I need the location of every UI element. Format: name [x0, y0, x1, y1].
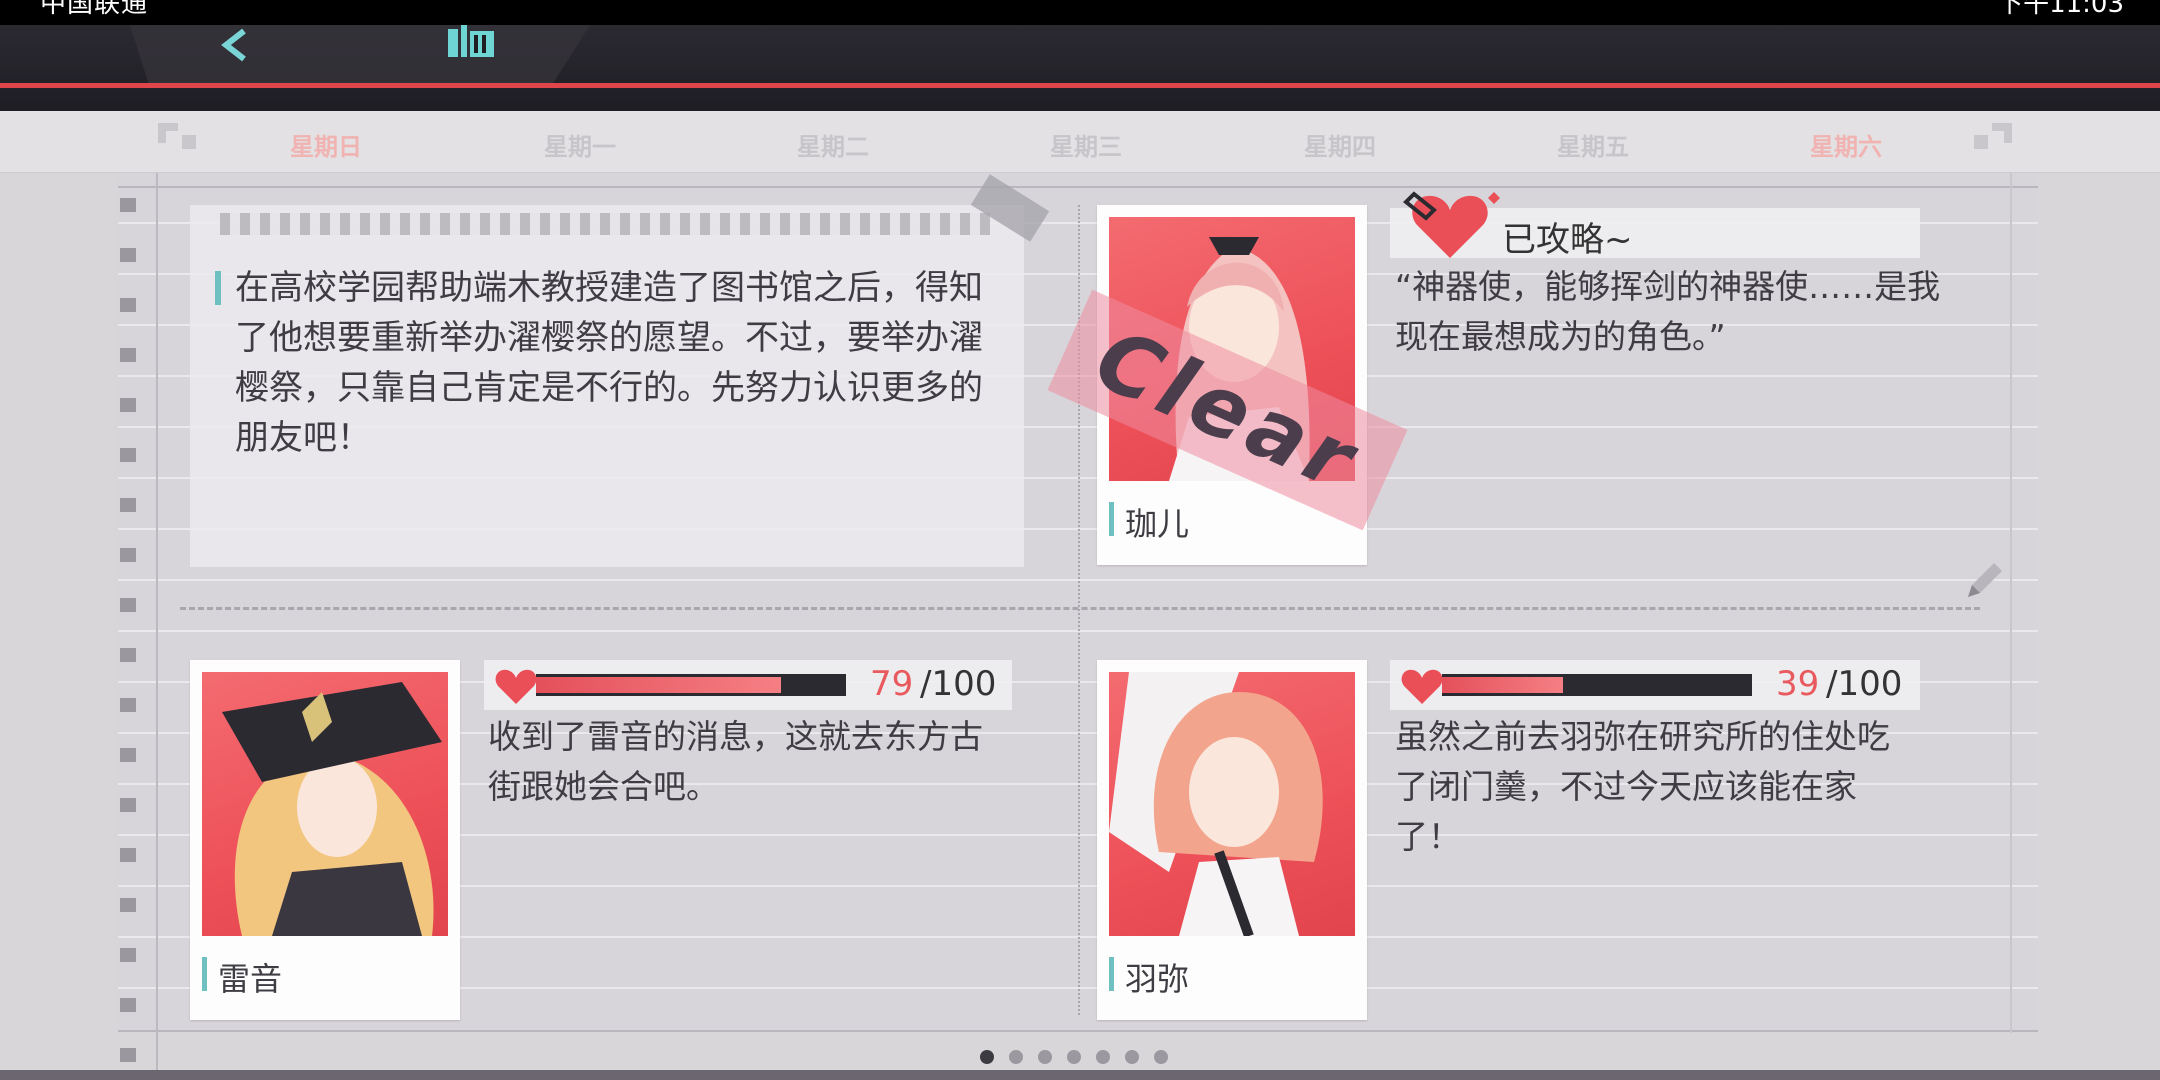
character-portrait: [1109, 672, 1355, 936]
affection-max: /100: [1826, 664, 1903, 704]
binder-hole: [120, 598, 136, 612]
back-button[interactable]: [210, 27, 260, 77]
binder-hole: [120, 648, 136, 662]
binder-hole: [120, 398, 136, 412]
bottom-edge: [0, 1070, 2160, 1080]
weekday-wed: 星期三: [1050, 133, 1122, 161]
tape-strip: [220, 213, 990, 235]
story-intro-text: 在高校学园帮助端木教授建造了图书馆之后，得知了他想要重新举办濯樱祭的愿望。不过，…: [235, 268, 983, 458]
binder-hole: [120, 348, 136, 362]
page-dot[interactable]: [1096, 1050, 1110, 1064]
binder-hole: [120, 498, 136, 512]
heart-icon: [495, 669, 537, 704]
top-bar-panel: [130, 25, 590, 83]
binder-hole: [120, 1048, 136, 1062]
top-bar-red-line: [0, 83, 2160, 88]
heart-icon: [1401, 669, 1443, 704]
binder-hole: [120, 298, 136, 312]
binder-hole: [120, 898, 136, 912]
binder-hole: [120, 448, 136, 462]
weekday-tue: 星期二: [797, 133, 869, 161]
affection-bar-fill: [536, 677, 781, 693]
system-status-bar: 中国联通 下午11:03: [0, 0, 2160, 25]
top-bar: [0, 25, 2160, 111]
binder-hole: [120, 198, 136, 212]
name-accent-bar: [1109, 957, 1114, 991]
portrait-illustration: [222, 682, 442, 936]
affection-value: 79: [870, 664, 914, 704]
affection-max: /100: [920, 664, 997, 704]
affection-bar-track: [536, 674, 846, 696]
weekday-thu: 星期四: [1304, 133, 1376, 161]
character-card-yumi[interactable]: 羽弥: [1097, 660, 1367, 1020]
page-dot[interactable]: [1154, 1050, 1168, 1064]
affection-bar-track: [1442, 674, 1752, 696]
affection-meter: 39 /100: [1390, 660, 1920, 710]
event-message: 收到了雷音的消息，这就去东方古街跟她会合吧。: [488, 717, 983, 806]
corner-bracket-icon: [1974, 123, 2012, 149]
note-accent-bar: [215, 271, 221, 305]
calendar-icon[interactable]: [446, 25, 498, 59]
page-indicator: [980, 1050, 1180, 1070]
affection-meter: 79 /100: [484, 660, 1012, 710]
binder-hole: [120, 548, 136, 562]
event-message: 虽然之前去羽弥在研究所的住处吃了闭门羹，不过今天应该能在家了！: [1395, 717, 1890, 856]
binder-hole: [120, 248, 136, 262]
name-accent-bar: [1109, 502, 1114, 536]
binder-hole: [120, 698, 136, 712]
weekday-mon: 星期一: [544, 133, 616, 161]
page-dot[interactable]: [980, 1050, 994, 1064]
back-arrow-icon: [221, 28, 246, 62]
page-dot[interactable]: [1067, 1050, 1081, 1064]
binder-hole: [120, 798, 136, 812]
margin-line: [2010, 173, 2012, 1033]
carrier-label: 中国联通: [40, 0, 149, 19]
binder-hole: [120, 748, 136, 762]
story-intro-note: 在高校学园帮助端木教授建造了图书馆之后，得知了他想要重新举办濯樱祭的愿望。不过，…: [190, 205, 1024, 567]
heart-icon: [1403, 191, 1500, 258]
affection-bar-fill: [1442, 677, 1563, 693]
character-quote: “神器使，能够挥剑的神器使……是我现在最想成为的角色。”: [1395, 267, 1941, 356]
binder-hole: [120, 998, 136, 1012]
binder-hole: [120, 948, 136, 962]
character-card-leiyin[interactable]: 雷音: [190, 660, 460, 1020]
character-name: 雷音: [218, 960, 283, 998]
cleared-status-label: 已攻略~: [1502, 220, 1633, 260]
portrait-illustration: [1109, 672, 1323, 936]
clock-label: 下午11:03: [1997, 0, 2124, 19]
margin-line: [156, 173, 158, 1080]
weekday-fri: 星期五: [1557, 133, 1629, 161]
page-dot[interactable]: [1125, 1050, 1139, 1064]
weekday-sat: 星期六: [1810, 133, 1882, 161]
page-dot[interactable]: [1038, 1050, 1052, 1064]
name-accent-bar: [202, 957, 207, 991]
page-dot[interactable]: [1009, 1050, 1023, 1064]
page-rule: [118, 186, 2038, 188]
pencil-icon[interactable]: [1960, 555, 2010, 605]
section-divider: [180, 607, 1980, 610]
character-portrait: [202, 672, 448, 936]
character-name: 珈儿: [1125, 505, 1190, 543]
binder-hole: [120, 848, 136, 862]
page-rule: [118, 1030, 2038, 1032]
weekday-sun: 星期日: [290, 133, 362, 161]
affection-value: 39: [1776, 664, 1820, 704]
character-name: 羽弥: [1125, 960, 1190, 998]
weekday-header: 星期日 星期一 星期二 星期三 星期四 星期五 星期六: [0, 111, 2160, 173]
corner-bracket-icon: [158, 123, 196, 149]
